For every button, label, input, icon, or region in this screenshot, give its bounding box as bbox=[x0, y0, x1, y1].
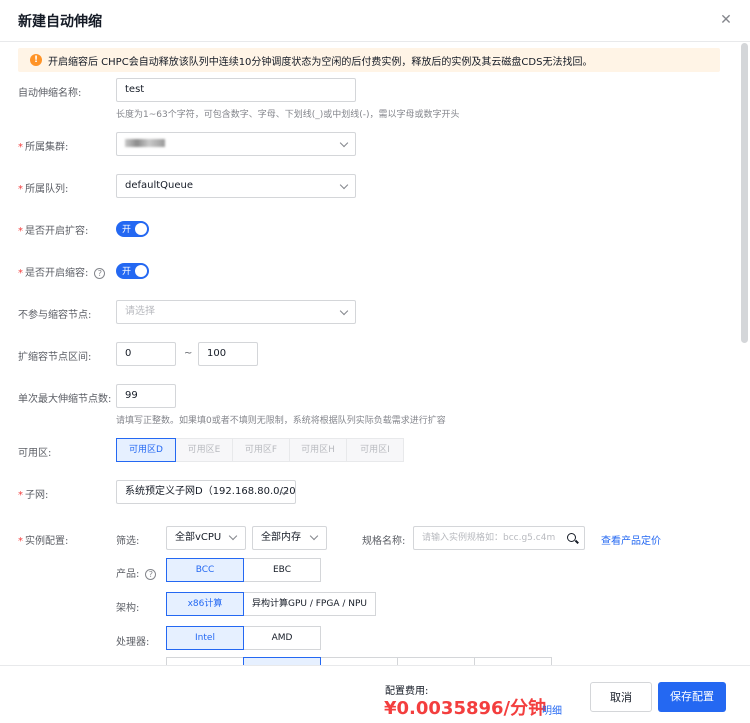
chevron-down-icon bbox=[309, 531, 319, 541]
max-step-input[interactable]: 99 bbox=[116, 384, 176, 408]
dialog-title: 新建自动伸缩 bbox=[18, 14, 102, 30]
product-selector: BCC EBC bbox=[166, 558, 321, 582]
chevron-down-icon bbox=[339, 180, 349, 190]
max-step-hint: 请填写正整数。如果填0或者不填则无限制，系统将根据队列实际负载需求进行扩容 bbox=[116, 416, 446, 426]
family-option[interactable] bbox=[397, 657, 475, 665]
alert-text: 开启缩容后 CHPC会自动释放该队列中连续10分钟调度状态为空闲的后付费实例，释… bbox=[48, 57, 593, 68]
name-hint: 长度为1~63个字符，可包含数字、字母、下划线(_)或中划线(-)，需以字母或数… bbox=[116, 110, 460, 120]
view-pricing-link[interactable]: 查看产品定价 bbox=[601, 532, 661, 547]
redacted-cluster-name bbox=[125, 139, 165, 147]
product-option-bcc[interactable]: BCC bbox=[166, 558, 244, 582]
exclude-nodes-select[interactable]: 请选择 bbox=[116, 300, 356, 324]
node-range-label: 扩缩容节点区间: bbox=[18, 352, 92, 363]
name-label: 自动伸缩名称: bbox=[18, 88, 82, 99]
family-option[interactable] bbox=[320, 657, 398, 665]
zone-option-d[interactable]: 可用区D bbox=[116, 438, 176, 462]
zone-option-e[interactable]: 可用区E bbox=[175, 438, 233, 462]
arch-label: 架构: bbox=[116, 603, 140, 614]
family-option[interactable] bbox=[243, 657, 321, 665]
max-step-label: 单次最大伸缩节点数: bbox=[18, 394, 112, 405]
cluster-label: * 所属集群: bbox=[18, 142, 69, 153]
family-option[interactable] bbox=[474, 657, 552, 665]
product-option-ebc[interactable]: EBC bbox=[243, 558, 321, 582]
close-icon[interactable]: ✕ bbox=[718, 12, 734, 28]
arch-selector: x86计算 异构计算GPU / FPGA / NPU bbox=[166, 592, 376, 616]
arch-option-heterogeneous[interactable]: 异构计算GPU / FPGA / NPU bbox=[243, 592, 376, 616]
chevron-down-icon bbox=[339, 306, 349, 316]
spec-search-input[interactable]: 请输入实例规格如：bcc.g5.c4m bbox=[413, 526, 585, 550]
cancel-button[interactable]: 取消 bbox=[590, 682, 652, 712]
warning-alert: ! 开启缩容后 CHPC会自动释放该队列中连续10分钟调度状态为空闲的后付费实例… bbox=[18, 48, 720, 72]
range-separator: ~ bbox=[184, 348, 193, 359]
arch-option-x86[interactable]: x86计算 bbox=[166, 592, 244, 616]
cpu-option-amd[interactable]: AMD bbox=[243, 626, 321, 650]
queue-select[interactable]: defaultQueue bbox=[116, 174, 356, 198]
scale-out-label: * 是否开启扩容: bbox=[18, 226, 89, 237]
queue-label: * 所属队列: bbox=[18, 184, 69, 195]
zone-option-h[interactable]: 可用区H bbox=[289, 438, 347, 462]
zone-selector: 可用区D 可用区E 可用区F 可用区H 可用区I bbox=[116, 438, 404, 462]
help-icon[interactable]: ? bbox=[145, 568, 157, 580]
cpu-selector: Intel AMD bbox=[166, 626, 321, 650]
scale-in-switch[interactable]: 开 bbox=[116, 263, 149, 279]
exclude-nodes-label: 不参与缩容节点: bbox=[18, 310, 92, 321]
product-label: 产品:? bbox=[116, 565, 157, 580]
vcpu-filter-select[interactable]: 全部vCPU bbox=[166, 526, 246, 550]
dialog-footer: 配置费用: ¥0.0035896/分钟 明细 取消 保存配置 bbox=[0, 665, 750, 723]
name-input[interactable]: test bbox=[116, 78, 356, 102]
filter-label: 筛选: bbox=[116, 536, 140, 547]
subnet-label: * 子网: bbox=[18, 490, 49, 501]
fee-value: ¥0.0035896/分钟 bbox=[384, 698, 547, 719]
fee-detail-link[interactable]: 明细 bbox=[542, 702, 562, 717]
cpu-option-intel[interactable]: Intel bbox=[166, 626, 244, 650]
help-icon[interactable]: ? bbox=[94, 267, 106, 279]
scale-out-switch[interactable]: 开 bbox=[116, 221, 149, 237]
scrollbar[interactable] bbox=[741, 43, 748, 343]
warning-icon: ! bbox=[30, 54, 42, 66]
scale-in-label: * 是否开启缩容:? bbox=[18, 264, 106, 279]
zone-option-i[interactable]: 可用区I bbox=[346, 438, 404, 462]
family-option[interactable] bbox=[166, 657, 244, 665]
search-icon[interactable] bbox=[567, 533, 576, 542]
chevron-down-icon bbox=[228, 531, 238, 541]
create-autoscaling-dialog: 新建自动伸缩 ✕ ! 开启缩容后 CHPC会自动释放该队列中连续10分钟调度状态… bbox=[0, 0, 750, 723]
node-range-min-input[interactable]: 0 bbox=[116, 342, 176, 366]
instance-family-selector bbox=[166, 657, 552, 665]
subnet-select[interactable]: 系统预定义子网D（192.168.80.0/20 bbox=[116, 480, 296, 504]
chevron-down-icon bbox=[339, 138, 349, 148]
zone-option-f[interactable]: 可用区F bbox=[232, 438, 290, 462]
cluster-select[interactable] bbox=[116, 132, 356, 156]
node-range-max-input[interactable]: 100 bbox=[198, 342, 258, 366]
dialog-body: ! 开启缩容后 CHPC会自动释放该队列中连续10分钟调度状态为空闲的后付费实例… bbox=[0, 43, 740, 665]
cpu-label: 处理器: bbox=[116, 637, 150, 648]
zone-label: 可用区: bbox=[18, 448, 52, 459]
spec-name-label: 规格名称: bbox=[362, 536, 406, 547]
save-config-button[interactable]: 保存配置 bbox=[658, 682, 726, 712]
memory-filter-select[interactable]: 全部内存 bbox=[252, 526, 327, 550]
dialog-header: 新建自动伸缩 ✕ bbox=[0, 0, 750, 42]
instance-config-label: * 实例配置: bbox=[18, 536, 69, 547]
